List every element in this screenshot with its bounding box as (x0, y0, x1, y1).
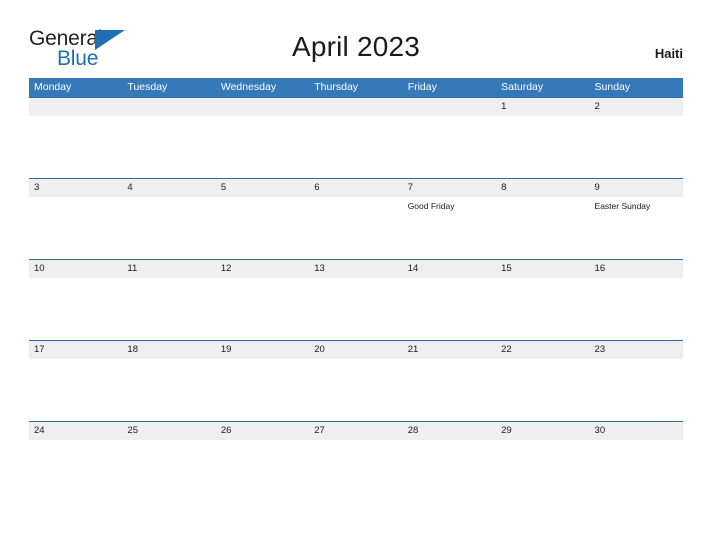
day-number[interactable]: 6 (309, 179, 402, 197)
day-number[interactable]: 7 (403, 179, 496, 197)
week-event-band (29, 278, 683, 339)
day-number[interactable]: 14 (403, 260, 496, 278)
week-event-band (29, 116, 683, 177)
day-cell[interactable] (122, 278, 215, 339)
day-cell[interactable] (216, 197, 309, 258)
day-cell[interactable] (29, 440, 122, 501)
day-cell[interactable] (590, 278, 683, 339)
week-event-band (29, 359, 683, 420)
week-event-band: Good Friday Easter Sunday (29, 197, 683, 258)
day-number[interactable] (309, 98, 402, 116)
day-cell[interactable] (122, 116, 215, 177)
week-date-band: 10 11 12 13 14 15 16 (29, 260, 683, 278)
calendar-week-row: 3 4 5 6 7 8 9 Good Friday Easter Sunday (29, 178, 683, 259)
week-date-band: 24 25 26 27 28 29 30 (29, 422, 683, 440)
day-cell[interactable] (29, 116, 122, 177)
day-cell[interactable] (216, 440, 309, 501)
calendar-week-row: 17 18 19 20 21 22 23 (29, 340, 683, 421)
calendar-table: Monday Tuesday Wednesday Thursday Friday… (29, 78, 683, 502)
day-number[interactable]: 2 (590, 98, 683, 116)
calendar-weekday-header: Monday Tuesday Wednesday Thursday Friday… (29, 78, 683, 97)
day-number[interactable]: 13 (309, 260, 402, 278)
day-number[interactable]: 5 (216, 179, 309, 197)
day-number[interactable]: 15 (496, 260, 589, 278)
day-cell[interactable] (496, 116, 589, 177)
day-number[interactable]: 29 (496, 422, 589, 440)
day-cell[interactable] (496, 440, 589, 501)
weekday-header-sunday: Sunday (594, 81, 631, 93)
day-cell[interactable] (122, 440, 215, 501)
week-event-band (29, 440, 683, 501)
day-cell[interactable] (590, 359, 683, 420)
calendar-week-row: 10 11 12 13 14 15 16 (29, 259, 683, 340)
day-cell[interactable] (309, 278, 402, 339)
day-number[interactable]: 28 (403, 422, 496, 440)
day-number[interactable]: 18 (122, 341, 215, 359)
day-number[interactable] (122, 98, 215, 116)
day-cell[interactable] (403, 116, 496, 177)
weekday-header-wednesday: Wednesday (220, 81, 277, 93)
day-number[interactable]: 21 (403, 341, 496, 359)
day-number[interactable]: 9 (590, 179, 683, 197)
day-cell[interactable] (309, 359, 402, 420)
day-event-text: Good Friday (407, 201, 455, 211)
weekday-header-friday: Friday (407, 81, 437, 93)
page-header: General Blue April 2023 Haiti (0, 0, 712, 69)
weekday-header-thursday: Thursday (314, 81, 359, 93)
day-cell[interactable] (122, 197, 215, 258)
day-cell[interactable] (403, 359, 496, 420)
day-number[interactable]: 25 (122, 422, 215, 440)
day-cell[interactable] (122, 359, 215, 420)
page-title: April 2023 (291, 31, 421, 62)
day-number[interactable]: 24 (29, 422, 122, 440)
calendar-week-row: 1 2 (29, 97, 683, 178)
day-cell[interactable]: Easter Sunday (590, 197, 683, 258)
weekday-header-tuesday: Tuesday (127, 81, 168, 93)
day-number[interactable]: 16 (590, 260, 683, 278)
day-cell[interactable] (29, 278, 122, 339)
week-date-band: 1 2 (29, 98, 683, 116)
day-cell[interactable] (590, 440, 683, 501)
day-cell[interactable] (216, 278, 309, 339)
day-number[interactable]: 30 (590, 422, 683, 440)
day-cell[interactable]: Good Friday (403, 197, 496, 258)
day-number[interactable] (216, 98, 309, 116)
day-number[interactable]: 1 (496, 98, 589, 116)
day-cell[interactable] (403, 278, 496, 339)
week-date-band: 3 4 5 6 7 8 9 (29, 179, 683, 197)
day-cell[interactable] (496, 278, 589, 339)
day-cell[interactable] (309, 440, 402, 501)
day-number[interactable]: 19 (216, 341, 309, 359)
day-number[interactable]: 11 (122, 260, 215, 278)
day-number[interactable]: 17 (29, 341, 122, 359)
day-cell[interactable] (590, 116, 683, 177)
day-cell[interactable] (496, 197, 589, 258)
day-number[interactable]: 20 (309, 341, 402, 359)
day-number[interactable]: 4 (122, 179, 215, 197)
day-number[interactable]: 10 (29, 260, 122, 278)
weekday-header-monday: Monday (34, 81, 72, 93)
day-cell[interactable] (216, 116, 309, 177)
day-cell[interactable] (403, 440, 496, 501)
country-label: Haiti (654, 46, 683, 61)
day-cell[interactable] (29, 197, 122, 258)
day-number[interactable] (403, 98, 496, 116)
day-number[interactable]: 27 (309, 422, 402, 440)
day-number[interactable]: 8 (496, 179, 589, 197)
day-number[interactable]: 22 (496, 341, 589, 359)
day-event-text: Easter Sunday (594, 201, 651, 211)
day-number[interactable]: 12 (216, 260, 309, 278)
day-number[interactable]: 23 (590, 341, 683, 359)
day-number[interactable] (29, 98, 122, 116)
day-cell[interactable] (216, 359, 309, 420)
day-number[interactable]: 26 (216, 422, 309, 440)
week-date-band: 17 18 19 20 21 22 23 (29, 341, 683, 359)
day-cell[interactable] (496, 359, 589, 420)
day-cell[interactable] (309, 197, 402, 258)
day-number[interactable]: 3 (29, 179, 122, 197)
day-cell[interactable] (309, 116, 402, 177)
weekday-header-saturday: Saturday (501, 81, 544, 93)
day-cell[interactable] (29, 359, 122, 420)
calendar-week-row: 24 25 26 27 28 29 30 (29, 421, 683, 502)
